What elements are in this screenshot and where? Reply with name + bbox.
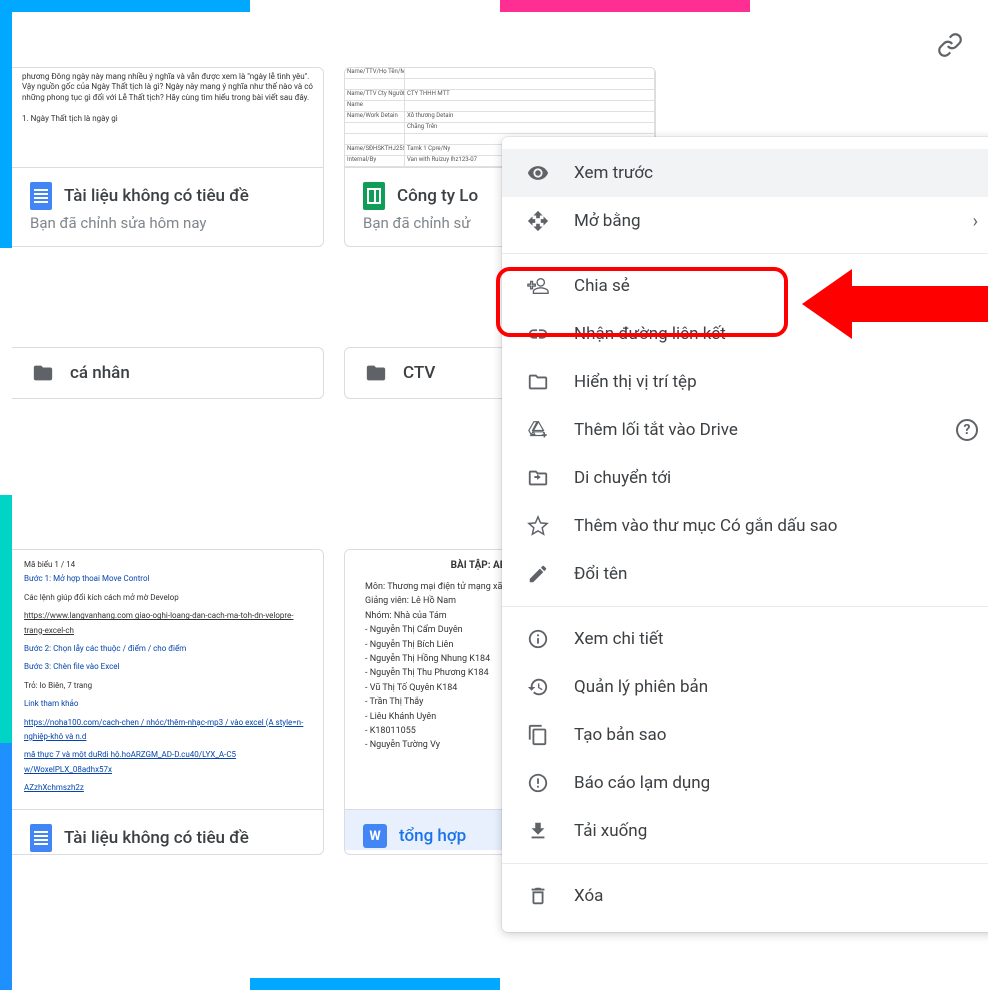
- docs-icon: [30, 182, 52, 210]
- menu-item-label: Tạo bản sao: [574, 725, 666, 745]
- menu-item-add_starred[interactable]: Thêm vào thư mục Có gắn dấu sao: [502, 502, 988, 550]
- menu-item-label: Đổi tên: [574, 564, 627, 584]
- alert-icon: [526, 771, 550, 795]
- file-title: Tài liệu không có tiêu đề: [64, 828, 249, 848]
- folder-label: CTV: [403, 363, 435, 383]
- folder-icon: [30, 362, 56, 384]
- menu-item-open_with[interactable]: Mở bằng ›: [502, 197, 988, 245]
- menu-item-label: Thêm lối tắt vào Drive: [574, 420, 738, 440]
- drive-content: phương Đông ngày này mang nhiều ý nghĩa …: [12, 12, 988, 978]
- copy-icon: [526, 723, 550, 747]
- folder-outline-icon: [526, 370, 550, 394]
- chevron-right-icon: ›: [973, 211, 978, 232]
- menu-item-label: Báo cáo lạm dụng: [574, 773, 710, 793]
- file-title: Công ty Lo: [397, 186, 478, 206]
- file-card-doc-2[interactable]: Mã biểu 1 / 14 Bước 1: Mở hợp thoai Move…: [12, 549, 324, 855]
- svg-text:+: +: [542, 430, 548, 441]
- sheets-icon: [363, 182, 385, 210]
- move-arrows-icon: [526, 209, 550, 233]
- menu-item-versions[interactable]: Quản lý phiên bản: [502, 663, 988, 711]
- menu-item-delete[interactable]: Xóa: [502, 872, 988, 920]
- info-icon: [526, 627, 550, 651]
- menu-separator: [502, 863, 988, 864]
- pencil-icon: [526, 562, 550, 586]
- menu-item-move_to[interactable]: Di chuyển tới: [502, 454, 988, 502]
- menu-item-show_location[interactable]: Hiển thị vị trí tệp: [502, 358, 988, 406]
- folder-card-1[interactable]: cá nhân: [12, 347, 324, 399]
- folder-move-icon: [526, 466, 550, 490]
- menu-item-details[interactable]: Xem chi tiết: [502, 615, 988, 663]
- menu-item-label: Mở bằng: [574, 211, 641, 231]
- menu-item-add_shortcut[interactable]: + Thêm lối tắt vào Drive?: [502, 406, 988, 454]
- menu-item-label: Hiển thị vị trí tệp: [574, 372, 697, 392]
- menu-item-label: Chia sẻ: [574, 276, 630, 296]
- person-add-icon: [526, 274, 550, 298]
- menu-item-label: Tải xuống: [574, 821, 647, 841]
- menu-item-label: Quản lý phiên bản: [574, 677, 708, 697]
- menu-item-label: Di chuyển tới: [574, 468, 671, 488]
- star-icon: [526, 514, 550, 538]
- history-icon: [526, 675, 550, 699]
- get-link-icon[interactable]: [937, 32, 963, 62]
- doc-thumbnail: Mã biểu 1 / 14 Bước 1: Mở hợp thoai Move…: [12, 550, 323, 810]
- header: [12, 27, 988, 67]
- file-title: tổng hợp: [399, 826, 466, 846]
- drive-add-icon: +: [526, 418, 550, 442]
- menu-separator: [502, 253, 988, 254]
- menu-item-label: Xóa: [574, 886, 603, 906]
- link-icon: [526, 322, 550, 346]
- annotation-arrow: [802, 264, 988, 344]
- file-title: Tài liệu không có tiêu đề: [64, 186, 249, 206]
- trash-icon: [526, 884, 550, 908]
- word-icon: W: [363, 824, 387, 848]
- menu-item-label: Xem chi tiết: [574, 629, 663, 649]
- menu-item-preview[interactable]: Xem trước: [502, 149, 988, 197]
- file-subtitle: Bạn đã chỉnh sửa hôm nay: [12, 212, 323, 246]
- menu-separator: [502, 606, 988, 607]
- menu-item-label: Xem trước: [574, 163, 653, 183]
- eye-icon: [526, 161, 550, 185]
- menu-item-label: Thêm vào thư mục Có gắn dấu sao: [574, 516, 837, 536]
- menu-item-rename[interactable]: Đổi tên: [502, 550, 988, 598]
- download-icon: [526, 819, 550, 843]
- menu-item-label: Nhận đường liên kết: [574, 324, 726, 344]
- doc-thumbnail: phương Đông ngày này mang nhiều ý nghĩa …: [12, 68, 323, 168]
- folder-label: cá nhân: [70, 363, 130, 383]
- menu-item-download[interactable]: Tải xuống: [502, 807, 988, 855]
- context-menu: Xem trước Mở bằng › Chia sẻ Nhận đường liên …: [502, 137, 988, 932]
- help-icon[interactable]: ?: [956, 419, 978, 441]
- menu-item-report_abuse[interactable]: Báo cáo lạm dụng: [502, 759, 988, 807]
- folder-icon: [363, 362, 389, 384]
- file-card-doc-1[interactable]: phương Đông ngày này mang nhiều ý nghĩa …: [12, 67, 324, 247]
- menu-item-make_copy[interactable]: Tạo bản sao: [502, 711, 988, 759]
- docs-icon: [30, 824, 52, 852]
